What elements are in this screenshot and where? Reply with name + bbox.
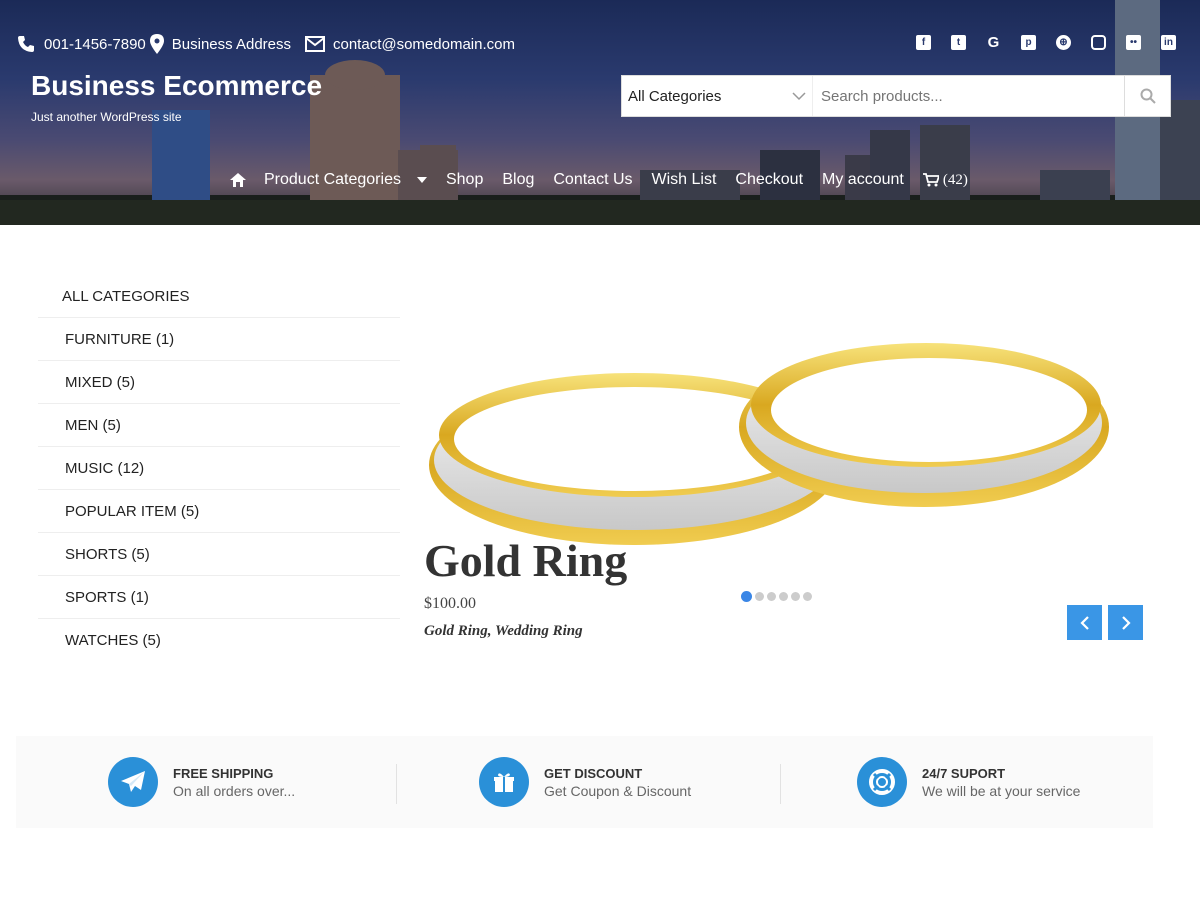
feature-subtitle: On all orders over... <box>173 782 296 799</box>
instagram-icon[interactable] <box>1091 35 1106 50</box>
category-item-furniture[interactable]: FURNITURE (1) <box>38 318 400 361</box>
feature-support: 24/7 SUPORT We will be at your service <box>857 736 1080 828</box>
slider-dot[interactable] <box>755 592 764 601</box>
product-price: $100.00 <box>424 595 476 612</box>
site-tagline: Just another WordPress site <box>31 110 182 124</box>
nav-checkout[interactable]: Checkout <box>735 171 803 189</box>
flickr-icon[interactable]: •• <box>1126 35 1141 50</box>
category-select-value: All Categories <box>628 87 722 105</box>
category-item-men[interactable]: MEN (5) <box>38 404 400 447</box>
nav-cart[interactable]: (42) <box>922 171 968 189</box>
slider-dot[interactable] <box>741 591 752 602</box>
feature-get-discount: GET DISCOUNT Get Coupon & Discount <box>479 736 691 828</box>
pinterest-icon[interactable]: p <box>1021 35 1036 50</box>
email-info[interactable]: contact@somedomain.com <box>305 36 515 53</box>
home-icon <box>230 173 246 187</box>
feature-free-shipping: FREE SHIPPING On all orders over... <box>108 736 295 828</box>
category-item-popular-item[interactable]: POPULAR ITEM (5) <box>38 490 400 533</box>
product-slider: Gold Ring $100.00 Gold Ring, Wedding Rin… <box>414 275 1153 665</box>
chevron-left-icon <box>1079 615 1089 630</box>
category-sidebar: ALL CATEGORIES FURNITURE (1) MIXED (5) M… <box>38 275 400 662</box>
category-item-watches[interactable]: WATCHES (5) <box>38 619 400 662</box>
next-slide-button[interactable] <box>1108 605 1143 640</box>
site-header: 001-1456-7890 Business Address contact@s… <box>0 0 1200 225</box>
feature-title: GET DISCOUNT <box>544 765 643 781</box>
feature-title: FREE SHIPPING <box>173 765 274 781</box>
slider-dot[interactable] <box>791 592 800 601</box>
dribbble-icon[interactable]: ⊕ <box>1056 35 1071 50</box>
paper-plane-icon <box>108 757 158 807</box>
phone-info[interactable]: 001-1456-7890 <box>16 34 146 54</box>
shopping-cart-icon <box>922 173 939 187</box>
contact-bar: 001-1456-7890 Business Address contact@s… <box>16 33 525 55</box>
email-address: contact@somedomain.com <box>333 35 515 53</box>
feature-divider <box>396 764 397 804</box>
chevron-down-icon <box>792 92 806 101</box>
nav-product-categories[interactable]: Product Categories <box>264 171 427 189</box>
slider-arrows <box>1061 605 1143 640</box>
facebook-icon[interactable]: f <box>916 35 931 50</box>
address-info[interactable]: Business Address <box>149 34 291 54</box>
features-bar: FREE SHIPPING On all orders over... GET … <box>16 736 1153 828</box>
nav-home[interactable] <box>230 173 246 187</box>
category-select[interactable]: All Categories <box>622 76 812 116</box>
nav-contact-us[interactable]: Contact Us <box>553 171 632 189</box>
feature-title: 24/7 SUPORT <box>922 765 1006 781</box>
social-links: f t G p ⊕ •• in <box>896 35 1176 50</box>
chevron-right-icon <box>1121 615 1131 630</box>
feature-subtitle: Get Coupon & Discount <box>544 782 692 799</box>
slider-dot[interactable] <box>779 592 788 601</box>
linkedin-icon[interactable]: in <box>1161 35 1176 50</box>
slider-dot[interactable] <box>767 592 776 601</box>
map-marker-icon <box>149 34 164 54</box>
site-title[interactable]: Business Ecommerce <box>31 70 322 102</box>
address-text: Business Address <box>171 35 291 53</box>
search-input[interactable] <box>812 76 1124 116</box>
twitter-icon[interactable]: t <box>951 35 966 50</box>
phone-icon <box>18 36 34 52</box>
nav-wish-list[interactable]: Wish List <box>652 171 717 189</box>
category-item-sports[interactable]: SPORTS (1) <box>38 576 400 619</box>
category-item-shorts[interactable]: SHORTS (5) <box>38 533 400 576</box>
search-button[interactable] <box>1124 76 1170 116</box>
google-icon[interactable]: G <box>986 35 1001 50</box>
product-search: All Categories <box>621 75 1171 117</box>
category-item-music[interactable]: MUSIC (12) <box>38 447 400 490</box>
category-item-mixed[interactable]: MIXED (5) <box>38 361 400 404</box>
nav-label: Product Categories <box>264 171 401 188</box>
nav-my-account[interactable]: My account <box>822 171 904 189</box>
product-title[interactable]: Gold Ring <box>424 533 627 589</box>
envelope-icon <box>305 36 325 52</box>
feature-subtitle: We will be at your service <box>922 782 1081 799</box>
gift-icon <box>479 757 529 807</box>
cart-count: (42) <box>942 171 968 188</box>
slider-pagination <box>741 591 815 602</box>
search-icon <box>1140 88 1156 104</box>
slider-dot[interactable] <box>803 592 812 601</box>
all-categories-heading[interactable]: ALL CATEGORIES <box>38 275 400 318</box>
product-tags[interactable]: Gold Ring, Wedding Ring <box>424 623 583 640</box>
caret-down-icon <box>416 177 427 183</box>
prev-slide-button[interactable] <box>1067 605 1102 640</box>
lifebuoy-icon <box>857 757 907 807</box>
nav-shop[interactable]: Shop <box>446 171 483 189</box>
feature-divider <box>780 764 781 804</box>
main-navigation: Product Categories Shop Blog Contact Us … <box>230 171 987 189</box>
phone-number: 001-1456-7890 <box>44 35 146 53</box>
nav-blog[interactable]: Blog <box>502 171 534 189</box>
site-branding: Business Ecommerce Just another WordPres… <box>31 70 322 124</box>
